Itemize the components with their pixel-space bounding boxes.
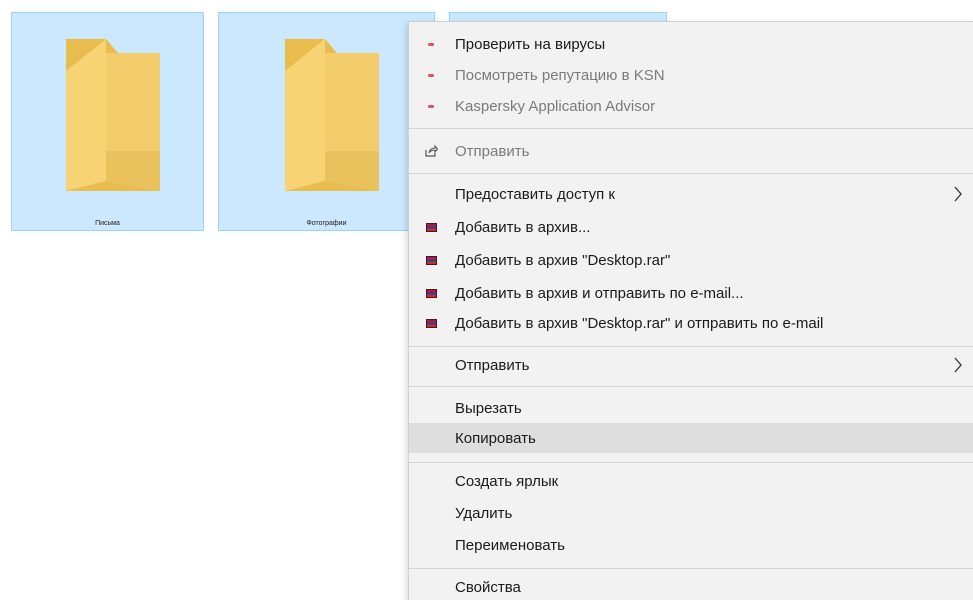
kaspersky-icon — [423, 67, 439, 83]
menu-item-delete[interactable]: Удалить — [409, 498, 973, 528]
menu-item-rename[interactable]: Переименовать — [409, 530, 973, 560]
menu-item-archive-and-email[interactable]: Добавить в архив и отправить по e-mail..… — [409, 278, 973, 308]
menu-item-scan-virus[interactable]: Проверить на вирусы — [409, 29, 973, 59]
chevron-right-icon — [953, 357, 963, 377]
share-icon — [423, 143, 439, 159]
menu-item-kaspersky-advisor[interactable]: Kaspersky Application Advisor — [409, 91, 973, 121]
folder-label: Фотографии — [306, 220, 347, 227]
menu-item-desktop-rar-and-email[interactable]: Добавить в архив "Desktop.rar" и отправи… — [409, 308, 973, 338]
menu-separator — [409, 128, 973, 129]
menu-item-create-shortcut[interactable]: Создать ярлык — [409, 466, 973, 496]
winrar-icon — [423, 252, 439, 268]
menu-separator — [409, 173, 973, 174]
winrar-icon — [423, 315, 439, 331]
desktop-folder-fotografii[interactable]: Фотографии — [218, 12, 435, 231]
menu-separator — [409, 386, 973, 387]
menu-item-ksn-reputation[interactable]: Посмотреть репутацию в KSN — [409, 60, 973, 90]
menu-item-send-to[interactable]: Отправить — [409, 350, 973, 380]
menu-item-cut[interactable]: Вырезать — [409, 393, 973, 423]
menu-item-add-to-desktop-rar[interactable]: Добавить в архив "Desktop.rar" — [409, 245, 973, 275]
menu-item-copy[interactable]: Копировать — [409, 423, 973, 453]
menu-item-give-access[interactable]: Предоставить доступ к — [409, 179, 973, 209]
folder-icon — [284, 39, 379, 191]
menu-separator — [409, 346, 973, 347]
menu-item-add-to-archive[interactable]: Добавить в архив... — [409, 212, 973, 242]
desktop-folder-pisma[interactable]: Письма — [11, 12, 204, 231]
menu-separator — [409, 462, 973, 463]
chevron-right-icon — [953, 186, 963, 206]
folder-label: Письма — [95, 220, 120, 227]
kaspersky-icon — [423, 98, 439, 114]
winrar-icon — [423, 285, 439, 301]
menu-item-share[interactable]: Отправить — [409, 136, 973, 166]
menu-separator — [409, 568, 973, 569]
context-menu: Проверить на вирусы Посмотреть репутацию… — [408, 21, 973, 600]
menu-item-properties[interactable]: Свойства — [409, 572, 973, 600]
desktop: Письма Фотографии Проверить на вирусы По… — [0, 0, 973, 600]
winrar-icon — [423, 219, 439, 235]
kaspersky-icon — [423, 36, 439, 52]
folder-icon — [65, 39, 160, 191]
